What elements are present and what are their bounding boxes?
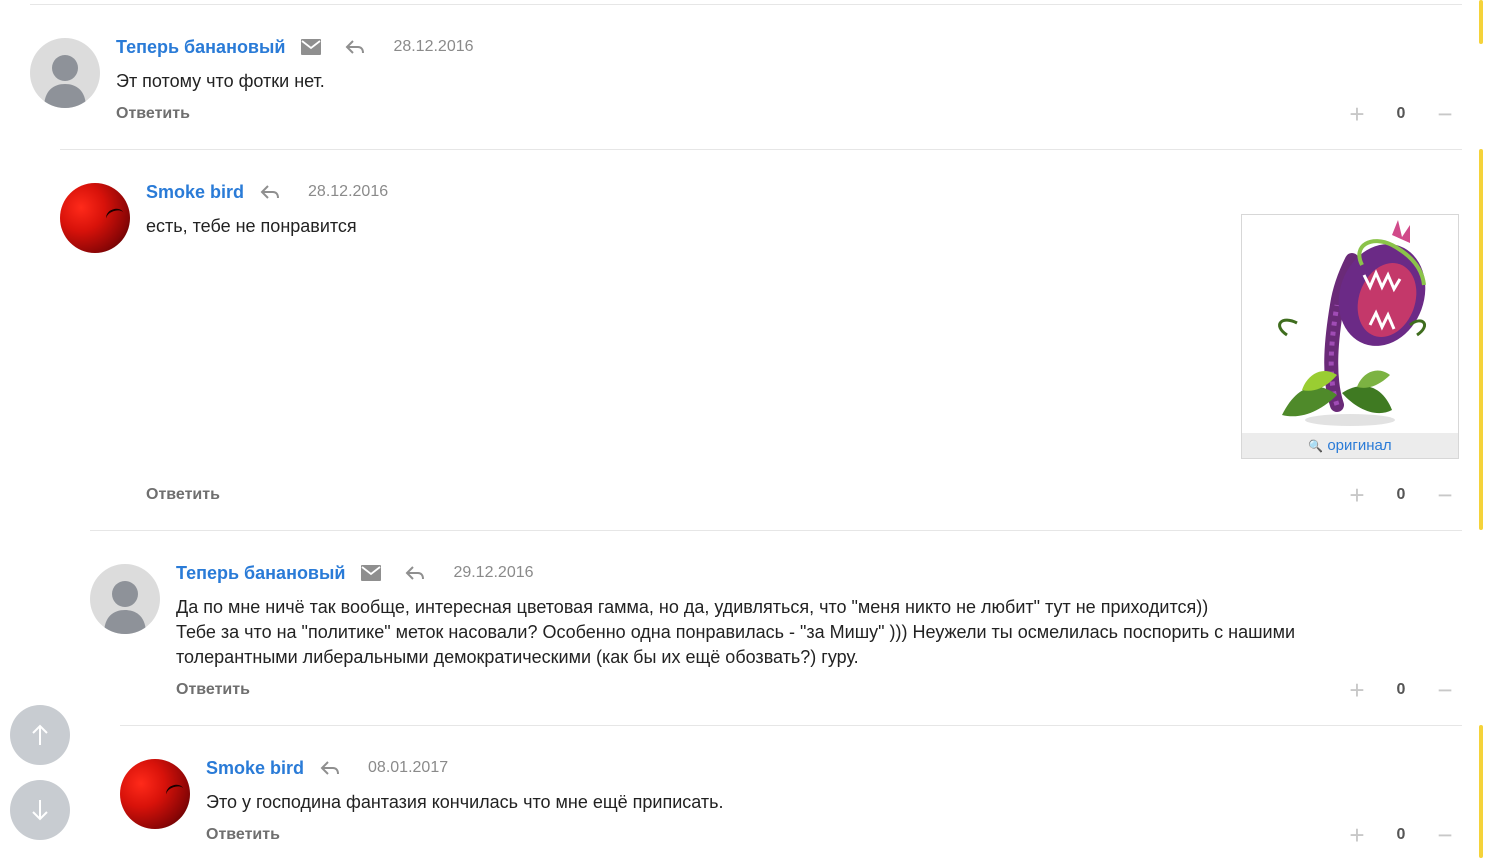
image-attachment[interactable]: 🔍 оригинал <box>1241 214 1459 459</box>
avatar[interactable] <box>90 564 160 634</box>
reply-button[interactable]: Ответить <box>176 681 250 699</box>
vote-control: + 0 − <box>1347 101 1455 127</box>
reply-button[interactable]: Ответить <box>146 486 220 504</box>
reply-button[interactable]: Ответить <box>206 826 280 844</box>
downvote-button[interactable]: − <box>1435 677 1455 703</box>
downvote-button[interactable]: − <box>1435 101 1455 127</box>
comment-text: Эт потому что фотки нет. <box>116 69 325 94</box>
avatar[interactable] <box>30 38 100 108</box>
vote-count: 0 <box>1396 681 1406 698</box>
avatar[interactable] <box>120 759 190 829</box>
vote-count: 0 <box>1396 105 1406 122</box>
comment-text-line: есть, тебе не понравится <box>146 216 357 236</box>
divider <box>30 4 1462 5</box>
arrow-down-icon <box>32 800 48 821</box>
author-name[interactable]: Smoke bird <box>146 182 244 203</box>
scroll-down-button[interactable] <box>10 780 70 840</box>
upvote-button[interactable]: + <box>1347 677 1367 703</box>
author-name[interactable]: Теперь банановый <box>116 37 285 58</box>
comment-header: Smoke bird 28.12.2016 <box>146 180 388 204</box>
comment-header: Smoke bird 08.01.2017 <box>206 756 448 780</box>
comment-text: Это у господина фантазия кончилась что м… <box>206 790 724 815</box>
attachment-image[interactable] <box>1242 215 1458 433</box>
comment-text-line: Да по мне ничё так вообще, интересная цв… <box>176 597 1209 617</box>
envelope-icon[interactable] <box>359 561 383 585</box>
comment-date: 28.12.2016 <box>308 183 389 200</box>
upvote-button[interactable]: + <box>1347 482 1367 508</box>
comment-text-line: Тебе за что на "политике" меток насовали… <box>176 622 1296 642</box>
comment-date: 29.12.2016 <box>453 564 534 581</box>
divider <box>90 530 1462 531</box>
reply-arrow-icon[interactable] <box>318 756 342 780</box>
vote-control: + 0 − <box>1347 482 1455 508</box>
comment-date: 28.12.2016 <box>393 38 474 55</box>
comment-text-line: толерантными либеральными демократически… <box>176 647 859 667</box>
key-icon: 🔍 <box>1308 438 1324 453</box>
upvote-button[interactable]: + <box>1347 101 1367 127</box>
thread-accent-bar <box>1479 149 1483 530</box>
downvote-button[interactable]: − <box>1435 822 1455 848</box>
downvote-button[interactable]: − <box>1435 482 1455 508</box>
avatar[interactable] <box>60 183 130 253</box>
vote-count: 0 <box>1396 486 1406 503</box>
thread-accent-bar <box>1479 0 1483 44</box>
divider <box>120 725 1462 726</box>
comment-text: есть, тебе не понравится <box>146 214 357 239</box>
original-link-label: оригинал <box>1327 437 1392 454</box>
envelope-icon[interactable] <box>299 35 323 59</box>
comment-date: 08.01.2017 <box>368 759 449 776</box>
arrow-up-icon <box>32 724 48 745</box>
reply-button[interactable]: Ответить <box>116 105 190 123</box>
comment-header: Теперь банановый 28.12.2016 <box>116 35 474 59</box>
comment-header: Теперь банановый 29.12.2016 <box>176 561 534 585</box>
vote-control: + 0 − <box>1347 677 1455 703</box>
author-name[interactable]: Теперь банановый <box>176 563 345 584</box>
upvote-button[interactable]: + <box>1347 822 1367 848</box>
reply-arrow-icon[interactable] <box>403 561 427 585</box>
author-name[interactable]: Smoke bird <box>206 758 304 779</box>
reply-arrow-icon[interactable] <box>343 35 367 59</box>
original-link[interactable]: 🔍 оригинал <box>1242 433 1458 458</box>
scroll-up-button[interactable] <box>10 705 70 765</box>
comment-text-line: Это у господина фантазия кончилась что м… <box>206 792 724 812</box>
thread-accent-bar <box>1479 725 1483 858</box>
divider <box>60 149 1462 150</box>
comment-text-line: Эт потому что фотки нет. <box>116 71 325 91</box>
reply-arrow-icon[interactable] <box>258 180 282 204</box>
vote-count: 0 <box>1396 826 1406 843</box>
comment-text: Да по мне ничё так вообще, интересная цв… <box>176 595 1295 670</box>
vote-control: + 0 − <box>1347 822 1455 848</box>
